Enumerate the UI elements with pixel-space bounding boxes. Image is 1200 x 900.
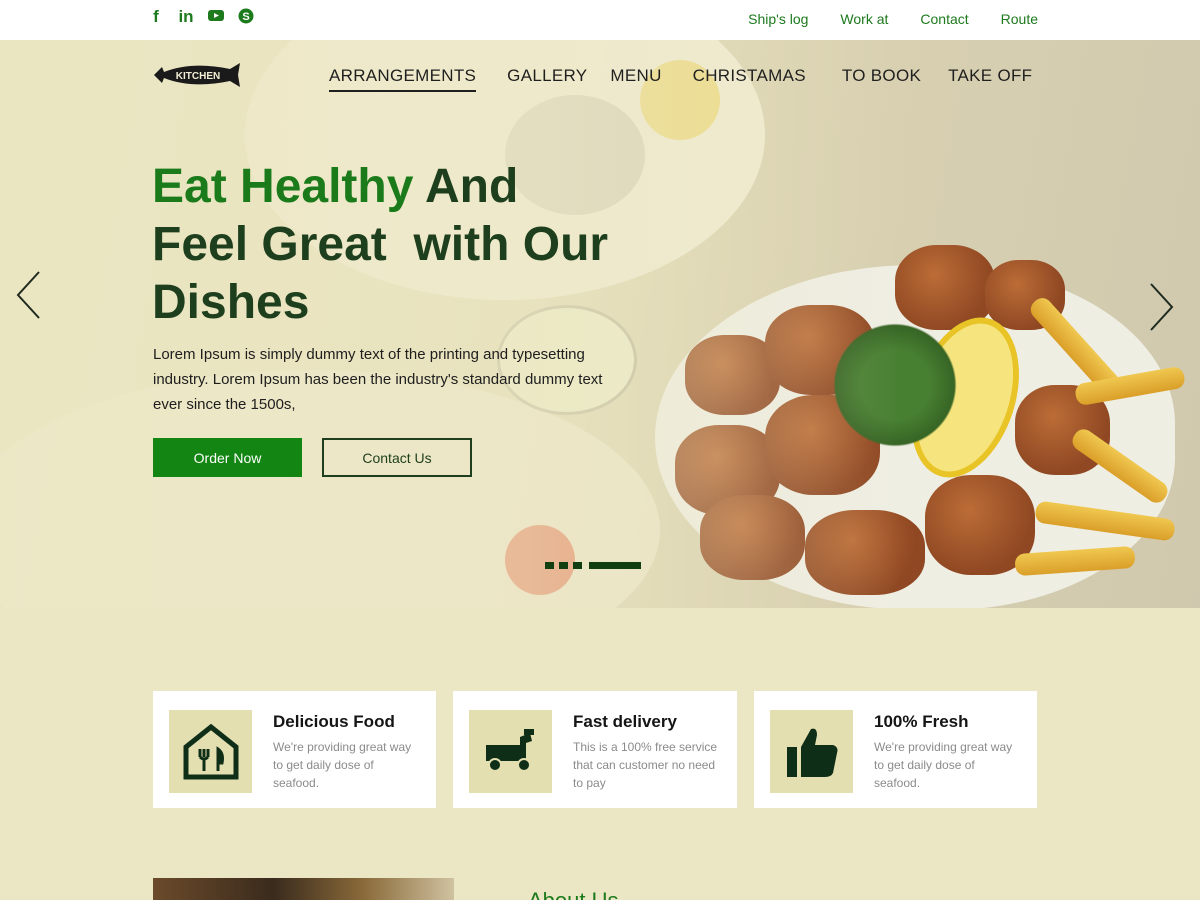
top-bar: f in S Ship's log Work at Contact Route — [0, 0, 1200, 40]
work-at-link[interactable]: Work at — [840, 11, 888, 27]
main-nav: ARRANGEMENTS GALLERY MENU CHRISTAMAS TO … — [329, 66, 1032, 92]
nav-menu[interactable]: MENU — [610, 66, 661, 92]
feature-card: 100% Fresh We're providing great way to … — [754, 691, 1037, 808]
nav-take-off[interactable]: TAKE OFF — [948, 66, 1032, 92]
contact-us-button[interactable]: Contact Us — [322, 438, 472, 477]
youtube-icon[interactable] — [208, 8, 224, 26]
svg-text:S: S — [242, 11, 249, 23]
headline-part: And — [413, 160, 519, 213]
order-now-button[interactable]: Order Now — [153, 438, 302, 477]
ships-log-link[interactable]: Ship's log — [748, 11, 808, 27]
hero-headline: Eat Healthy And Feel Great with Our Dish… — [152, 158, 752, 332]
route-link[interactable]: Route — [1001, 11, 1038, 27]
about-image — [153, 878, 454, 900]
feature-card: Delicious Food We're providing great way… — [153, 691, 436, 808]
hero-banner: KITCHEN ARRANGEMENTS GALLERY MENU CHRIST… — [0, 40, 1200, 608]
logo-text: KITCHEN — [176, 71, 220, 82]
linkedin-icon[interactable]: in — [178, 8, 194, 26]
hero-intro-text: Lorem Ipsum is simply dummy text of the … — [153, 346, 603, 413]
slider-dot-active[interactable] — [589, 562, 641, 569]
nav-christamas[interactable]: CHRISTAMAS — [693, 66, 806, 92]
delivery-scooter-icon — [469, 710, 552, 793]
slider-prev-arrow-icon[interactable] — [12, 270, 46, 320]
feature-title: 100% Fresh — [874, 712, 969, 731]
nav-gallery[interactable]: GALLERY — [507, 66, 587, 92]
feature-title: Fast delivery — [573, 712, 677, 731]
headline-highlight: Eat Healthy — [152, 160, 414, 213]
nav-arrangements[interactable]: ARRANGEMENTS — [329, 66, 477, 92]
feature-text: We're providing great way to get daily d… — [874, 740, 1013, 790]
skype-icon[interactable]: S — [238, 8, 254, 26]
feature-title: Delicious Food — [273, 712, 395, 731]
feature-text: We're providing great way to get daily d… — [273, 740, 412, 790]
contact-link[interactable]: Contact — [920, 11, 968, 27]
facebook-icon[interactable]: f — [148, 8, 164, 26]
headline-part: Feel Great with Our — [152, 218, 609, 271]
slider-dots — [545, 562, 641, 569]
slider-dot[interactable] — [573, 562, 582, 569]
slider-dot[interactable] — [559, 562, 568, 569]
thumbs-up-icon — [770, 710, 853, 793]
slider-dot[interactable] — [545, 562, 554, 569]
slider-next-arrow-icon[interactable] — [1144, 282, 1178, 332]
headline-part: Dishes — [152, 276, 310, 329]
nav-to-book[interactable]: TO BOOK — [842, 66, 921, 92]
features-row: Delicious Food We're providing great way… — [153, 691, 1037, 808]
feature-text: This is a 100% free service that can cus… — [573, 740, 718, 790]
social-links: f in S — [148, 8, 254, 26]
about-title: About Us — [528, 888, 619, 900]
restaurant-house-icon — [169, 710, 252, 793]
kitchen-logo[interactable]: KITCHEN — [152, 59, 242, 91]
top-links: Ship's log Work at Contact Route — [748, 11, 1038, 27]
feature-card: Fast delivery This is a 100% free servic… — [453, 691, 737, 808]
